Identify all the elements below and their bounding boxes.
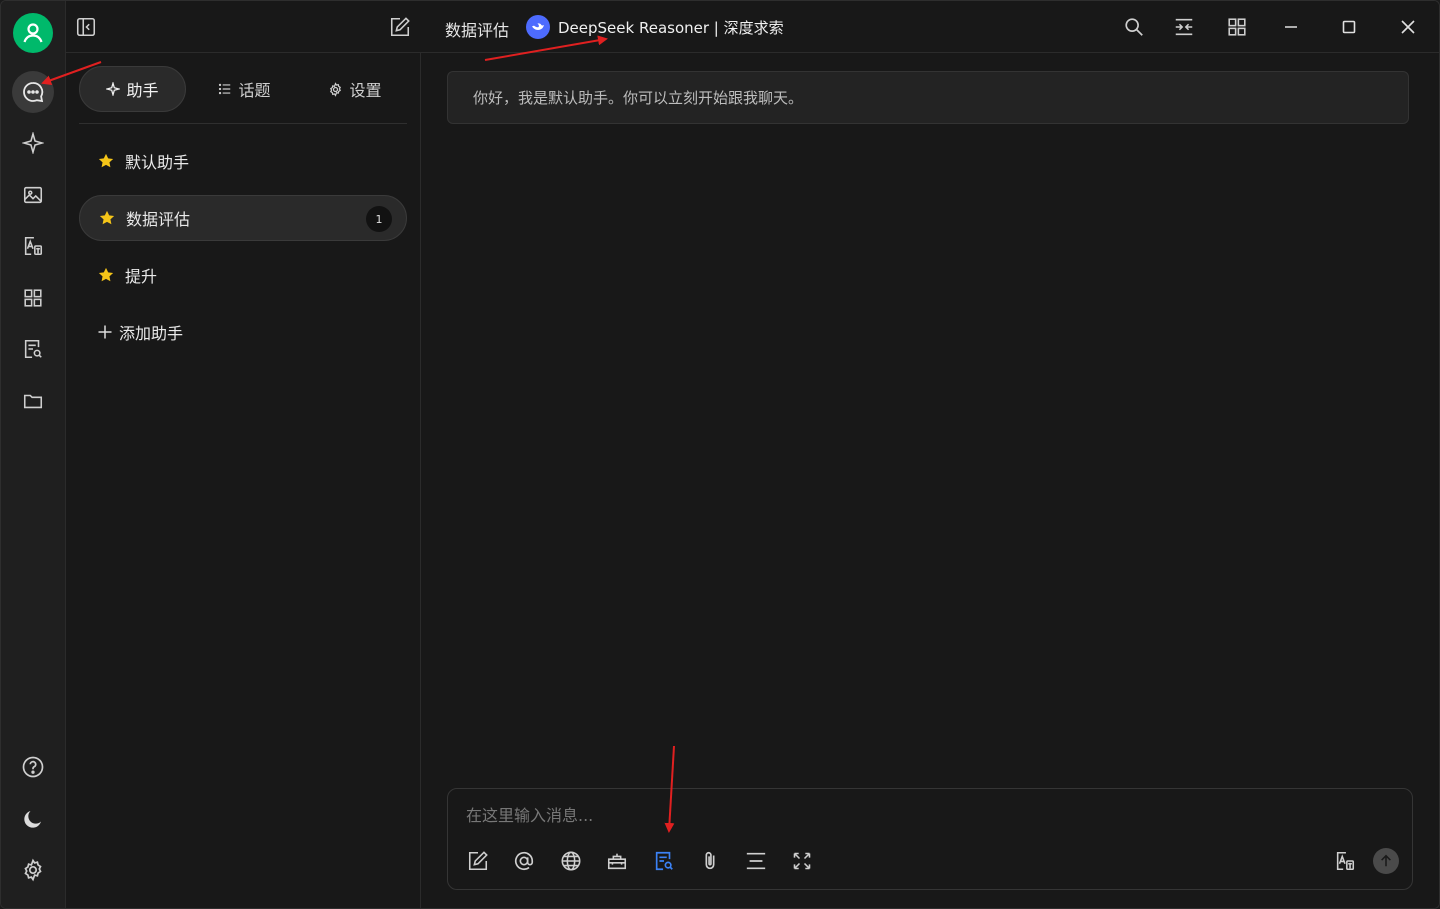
add-assistant-button[interactable]: 添加助手 xyxy=(79,309,407,355)
star-icon xyxy=(98,153,114,168)
greeting-message: 你好，我是默认助手。你可以立刻开始跟我聊天。 xyxy=(447,71,1409,124)
rail-translate-button[interactable] xyxy=(12,225,54,267)
add-assistant-label: 添加助手 xyxy=(119,324,184,343)
chat-bubble-icon xyxy=(23,82,44,103)
deepseek-logo-icon xyxy=(526,15,550,39)
app-window: 数据评估 DeepSeek Reasoner | 深度求索 助手 话题 设置 默… xyxy=(0,0,1440,909)
translate-icon xyxy=(1336,851,1355,871)
attachment-tool[interactable] xyxy=(697,848,723,874)
send-button[interactable] xyxy=(1373,848,1399,874)
search-icon xyxy=(1125,18,1143,36)
folder-icon xyxy=(23,394,43,409)
tab-label: 设置 xyxy=(349,81,382,100)
panel-tabs: 助手 话题 设置 xyxy=(79,66,407,124)
gear-icon xyxy=(24,858,42,882)
rail-agents-button[interactable] xyxy=(12,122,54,164)
model-name: DeepSeek Reasoner | 深度求索 xyxy=(558,18,784,37)
plus-icon xyxy=(98,325,112,339)
arrow-up-icon xyxy=(1381,854,1391,867)
maximize-icon xyxy=(1342,20,1356,34)
sparkle-icon xyxy=(106,82,121,96)
rail-chat-button[interactable] xyxy=(12,71,54,113)
topic-count-badge: 1 xyxy=(366,206,392,232)
globe-icon xyxy=(561,851,581,871)
new-chat-button[interactable] xyxy=(386,13,414,41)
message-composer xyxy=(447,788,1413,890)
fullscreen-tool[interactable] xyxy=(789,848,815,874)
gear-icon xyxy=(330,81,342,97)
sparkle-icon xyxy=(22,132,44,154)
knowledge-base-tool[interactable] xyxy=(651,848,677,874)
edit-icon xyxy=(390,17,410,37)
rail-apps-button[interactable] xyxy=(12,277,54,319)
assistant-item-improve[interactable]: 提升 xyxy=(79,252,407,298)
rail-theme-button[interactable] xyxy=(12,798,54,840)
message-input[interactable] xyxy=(466,801,1366,829)
maximize-button[interactable] xyxy=(1335,13,1363,41)
tab-label: 助手 xyxy=(126,81,159,100)
close-icon xyxy=(1401,20,1415,34)
rail-help-button[interactable] xyxy=(12,746,54,788)
sidebar-collapse-icon xyxy=(76,17,96,37)
tab-settings[interactable]: 设置 xyxy=(303,66,407,112)
document-search-icon xyxy=(24,339,42,359)
new-topic-tool[interactable] xyxy=(465,848,491,874)
assistant-panel: 助手 话题 设置 默认助手 数据评估 1 提升 添加助手 xyxy=(66,53,421,908)
expand-horizontal-icon xyxy=(1175,18,1193,36)
moon-icon xyxy=(24,811,41,828)
chat-title: 数据评估 xyxy=(445,21,510,40)
clear-context-tool[interactable] xyxy=(743,848,769,874)
user-avatar[interactable] xyxy=(13,13,53,53)
list-icon xyxy=(219,83,231,95)
grid-icon xyxy=(1228,18,1246,36)
toolbox-icon xyxy=(607,853,627,870)
web-search-tool[interactable] xyxy=(558,848,584,874)
minimize-icon xyxy=(1285,26,1297,28)
grid-icon xyxy=(24,289,42,307)
fullscreen-icon xyxy=(793,852,811,870)
star-icon xyxy=(98,267,114,282)
image-icon xyxy=(23,186,43,204)
collapse-lines-icon xyxy=(746,852,766,870)
icon-rail xyxy=(1,1,66,908)
rail-files-button[interactable] xyxy=(12,380,54,422)
user-icon xyxy=(23,23,43,43)
tab-label: 话题 xyxy=(238,81,271,100)
minimize-button[interactable] xyxy=(1277,13,1305,41)
quick-phrase-tool[interactable] xyxy=(604,848,630,874)
tab-topics[interactable]: 话题 xyxy=(192,66,297,112)
rail-knowledge-button[interactable] xyxy=(12,328,54,370)
translate-tool[interactable] xyxy=(1332,848,1358,874)
assistant-label: 提升 xyxy=(125,267,158,286)
layout-toggle-button[interactable] xyxy=(1170,13,1198,41)
toggle-sidebar-button[interactable] xyxy=(72,13,100,41)
assistant-item-data-eval[interactable]: 数据评估 1 xyxy=(79,195,407,241)
apps-button[interactable] xyxy=(1223,13,1251,41)
at-sign-icon xyxy=(514,851,534,871)
rail-settings-button[interactable] xyxy=(12,849,54,891)
translate-icon xyxy=(24,236,43,256)
tab-assistants[interactable]: 助手 xyxy=(79,66,186,112)
document-search-icon xyxy=(655,851,673,871)
assistant-item-default[interactable]: 默认助手 xyxy=(79,138,407,184)
top-bar: 数据评估 DeepSeek Reasoner | 深度求索 xyxy=(66,1,1439,53)
help-icon xyxy=(22,756,44,778)
paperclip-icon xyxy=(705,851,715,870)
assistant-label: 默认助手 xyxy=(125,153,190,172)
edit-icon xyxy=(468,851,488,871)
mention-model-tool[interactable] xyxy=(511,848,537,874)
assistant-label: 数据评估 xyxy=(126,210,191,229)
star-icon xyxy=(99,210,115,225)
rail-image-button[interactable] xyxy=(12,174,54,216)
close-button[interactable] xyxy=(1394,13,1422,41)
chat-area: 你好，我是默认助手。你可以立刻开始跟我聊天。 xyxy=(421,53,1439,908)
search-button[interactable] xyxy=(1120,13,1148,41)
model-selector[interactable]: DeepSeek Reasoner | 深度求索 xyxy=(526,15,784,39)
